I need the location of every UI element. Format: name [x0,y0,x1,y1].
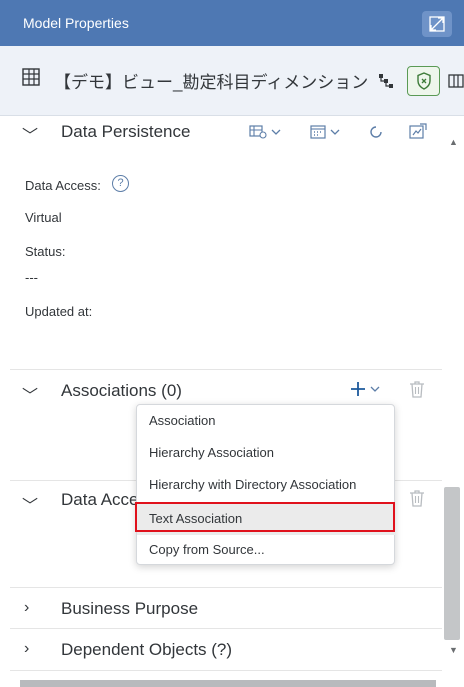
help-icon[interactable]: ? [112,175,129,192]
expand-chevron-icon[interactable]: › [24,640,29,658]
collapse-chevron-icon[interactable]: ﹀ [22,122,38,146]
shield-icon [416,72,431,90]
section-title-data-persistence[interactable]: Data Persistence [61,122,190,142]
protection-button[interactable] [407,66,440,96]
menu-item-hierarchy-directory-association[interactable]: Hierarchy with Directory Association [137,469,396,501]
data-access-value: Virtual [25,210,62,225]
window-title: Model Properties [23,15,129,31]
collapse-chevron-icon[interactable]: ﹀ [22,382,38,406]
section-divider [10,628,442,629]
menu-item-text-association[interactable]: Text Association [137,503,396,535]
add-association-button[interactable] [350,381,380,397]
section-title-associations[interactable]: Associations (0) [61,381,182,401]
hierarchy-icon[interactable] [378,73,394,89]
chevron-down-icon [271,129,281,135]
horizontal-scrollbar[interactable] [0,680,464,687]
section-divider [10,670,442,671]
title-bar: Model Properties [0,0,464,46]
calendar-icon [310,125,326,139]
status-value: --- [25,270,38,285]
menu-item-association[interactable]: Association [137,405,396,437]
schedule-dropdown-button[interactable] [310,125,340,139]
chevron-down-icon [330,129,340,135]
open-monitor-button[interactable] [409,123,427,139]
persistence-dropdown-button[interactable] [249,125,281,139]
horizontal-scrollbar-thumb[interactable] [20,680,436,687]
expand-button[interactable] [422,11,452,37]
grid-icon[interactable] [448,73,464,89]
plus-icon [351,382,365,396]
expand-chevron-icon[interactable]: › [24,599,29,617]
properties-content: ﹀ Data Persistence Data Access: ? Virtua… [0,117,442,680]
object-name: 【デモ】ビュー_勘定科目ディメンション [54,73,369,92]
scrollbar-thumb[interactable] [444,487,460,640]
section-title-data-access[interactable]: Data Acce [61,490,139,510]
refresh-icon [370,126,382,138]
section-title-dependent-objects[interactable]: Dependent Objects (?) [61,640,232,660]
vertical-scrollbar[interactable]: ▲ ▼ [442,117,464,680]
scroll-down-icon[interactable]: ▼ [449,645,458,655]
trash-icon [410,381,424,398]
refresh-button[interactable] [368,124,384,140]
scroll-up-icon[interactable]: ▲ [449,137,458,147]
section-divider [10,587,442,588]
menu-item-hierarchy-association[interactable]: Hierarchy Association [137,437,396,469]
table-icon [22,68,40,86]
section-divider [10,369,442,370]
collapse-chevron-icon[interactable]: ﹀ [22,492,38,516]
trash-icon [410,490,424,507]
data-access-label: Data Access: [25,178,101,193]
delete-data-access-button[interactable] [409,490,425,507]
status-label: Status: [25,244,66,259]
add-association-menu: Association Hierarchy Association Hierar… [136,404,396,566]
chevron-down-icon [370,386,380,392]
section-title-business-purpose[interactable]: Business Purpose [61,599,198,619]
menu-item-copy-from-source[interactable]: Copy from Source... [137,534,396,566]
monitor-icon [409,123,427,139]
table-view-icon [249,125,267,139]
expand-icon [429,16,445,32]
updated-at-label: Updated at: [25,304,93,319]
delete-association-button[interactable] [409,381,425,398]
object-header: 【デモ】ビュー_勘定科目ディメンション [0,46,464,116]
